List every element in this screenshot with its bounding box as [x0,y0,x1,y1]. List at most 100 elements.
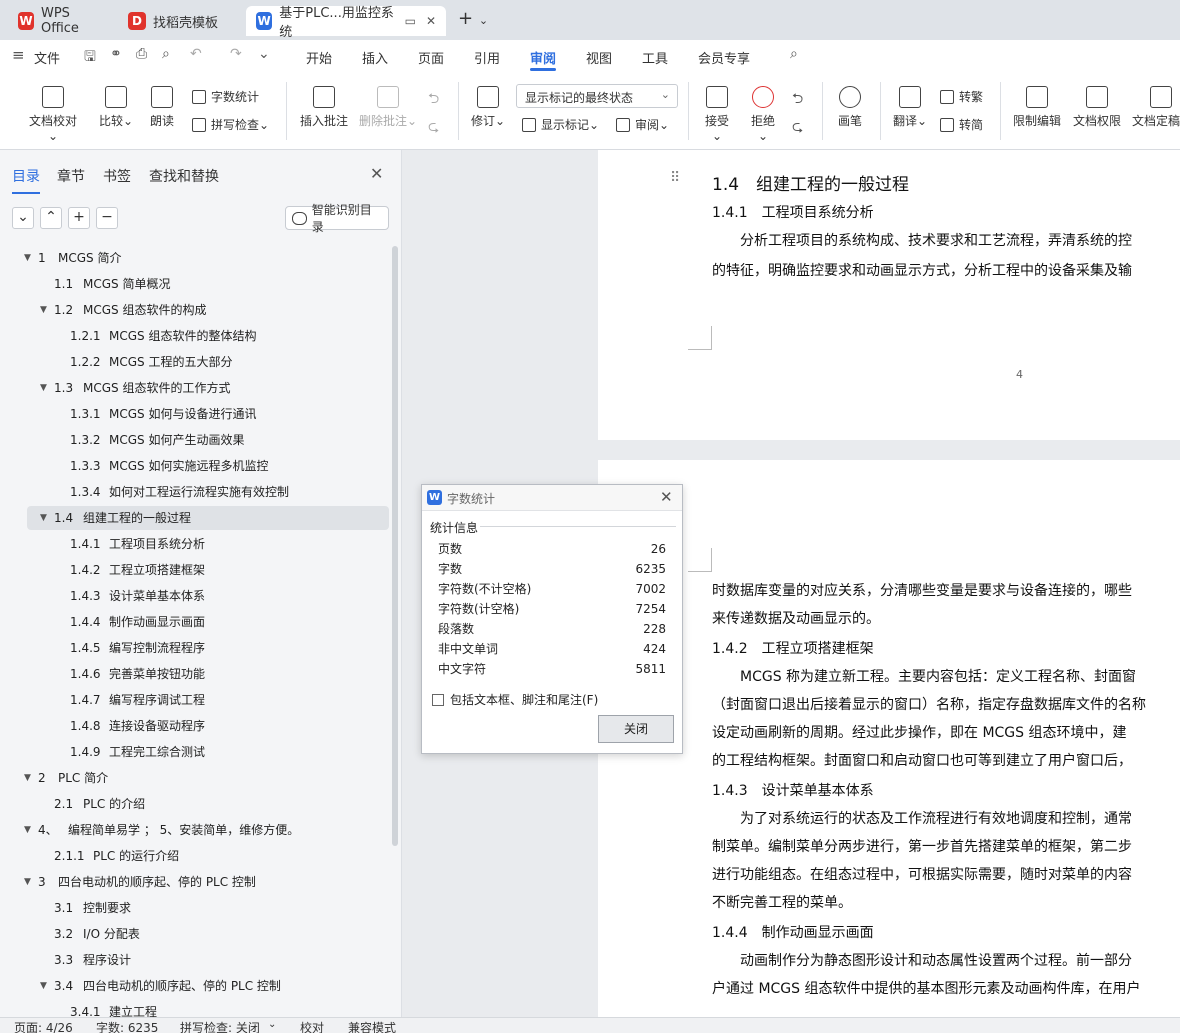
nav-tab-find-replace[interactable]: 查找和替换 [149,166,219,186]
print-icon[interactable]: ⎙ [136,46,147,62]
status-spell-check[interactable]: 拼写检查: 关闭 [180,1019,260,1033]
close-panel-icon[interactable]: ✕ [370,164,383,183]
add-heading-icon[interactable]: + [68,207,90,229]
search-icon[interactable]: ⌕ [790,46,798,62]
menu-page[interactable]: 页面 [418,48,444,67]
collapse-up-icon[interactable]: ⌃ [40,207,62,229]
print-preview-icon[interactable]: ⌕ [162,46,170,62]
nav-tab-chapter[interactable]: 章节 [57,166,85,186]
toc-item[interactable]: 3.2 I/O 分配表 [0,922,392,946]
previous-comment-icon[interactable]: ⮌ [428,88,439,112]
toc-item[interactable]: ▼ 2 PLC 简介 [0,766,392,790]
insert-comment-button[interactable]: 插入批注 [298,86,350,129]
review-pane-button[interactable]: 审阅 ⌄ [616,116,669,133]
toc-scrollbar[interactable] [392,246,398,846]
translate-button[interactable]: 翻译⌄ [892,86,928,129]
toc-item[interactable]: 3.1 控制要求 [0,896,392,920]
ink-button[interactable]: 画笔 [836,86,864,129]
expand-arrow-icon[interactable]: ▼ [40,298,47,322]
status-word-count[interactable]: 字数: 6235 [96,1019,158,1033]
close-tab-icon[interactable]: ✕ [426,14,436,28]
to-simplified-button[interactable]: 转简 [940,116,983,133]
undo-icon[interactable]: ↶ [190,46,202,62]
toc-item[interactable]: 1.4.4 制作动画显示画面 [0,610,392,634]
menu-file[interactable]: 文件 [34,48,60,67]
toc-item[interactable]: 1.4.5 编写控制流程程序 [0,636,392,660]
toc-item[interactable]: 1.3.3 MCGS 如何实施远程多机监控 [0,454,392,478]
read-aloud-button[interactable]: 朗读 [148,86,176,129]
expand-arrow-icon[interactable]: ▼ [24,766,31,790]
status-proof[interactable]: 校对 [300,1019,324,1033]
toc-item[interactable]: 2.1.1 PLC 的运行介绍 [0,844,392,868]
toc-item[interactable]: ▼ 1.4 组建工程的一般过程 [0,506,392,530]
smart-toc-button[interactable]: 智能识别目录 [285,203,389,234]
nav-tab-bookmark[interactable]: 书签 [103,166,131,186]
more-chevron-icon[interactable]: ⌄ [258,46,270,62]
expand-arrow-icon[interactable]: ▼ [40,974,47,998]
markup-state-select[interactable]: 显示标记的最终状态 ⌄ [516,84,678,108]
nav-tab-toc[interactable]: 目录 [12,166,40,194]
hamburger-icon[interactable]: ≡ [12,46,25,64]
dialog-close-icon[interactable]: ✕ [660,488,673,506]
toc-item[interactable]: ▼ 4、 编程简单易学 ； 5、安装简单，维修方便。 [0,818,392,842]
toc-item[interactable]: 2.1 PLC 的介绍 [0,792,392,816]
spell-check-button[interactable]: 拼写检查 ⌄ [192,116,269,133]
previous-change-icon[interactable]: ⮌ [792,88,803,112]
toc-item[interactable]: 1.4.3 设计菜单基本体系 [0,584,392,608]
toc-item[interactable]: ▼ 3 四台电动机的顺序起、停的 PLC 控制 [0,870,392,894]
delete-comment-button[interactable]: 删除批注⌄ [358,86,418,129]
expand-arrow-icon[interactable]: ▼ [40,376,47,400]
chevron-down-icon[interactable]: ⌄ [268,1019,276,1030]
compare-button[interactable]: 比较⌄ [98,86,134,129]
menu-view[interactable]: 视图 [586,48,612,67]
toc-item[interactable]: 1.4.1 工程项目系统分析 [0,532,392,556]
menu-review[interactable]: 审阅 [530,48,557,71]
tab-document[interactable]: W 基于PLC...用监控系统 ▭ ✕ [246,6,446,40]
new-tab-plus-icon[interactable]: + ⌄ [458,8,488,29]
toc-item[interactable]: 1.4.9 工程完工综合测试 [0,740,392,764]
toc-item[interactable]: 1.2.2 MCGS 工程的五大部分 [0,350,392,374]
accept-button[interactable]: 接受⌄ [700,86,734,143]
toc-item[interactable]: 1.4.7 编写程序调试工程 [0,688,392,712]
toc-item[interactable]: 1.3.4 如何对工程运行流程实施有效控制 [0,480,392,504]
tab-template[interactable]: D 找稻壳模板 [118,6,242,36]
toc-item[interactable]: 3.4.1 建立工程 [0,1000,392,1017]
menu-insert[interactable]: 插入 [362,48,388,67]
toc-item[interactable]: 3.3 程序设计 [0,948,392,972]
checkbox-box[interactable] [432,693,444,706]
menu-reference[interactable]: 引用 [474,48,500,67]
toc-item[interactable]: 1.4.2 工程立项搭建框架 [0,558,392,582]
expand-arrow-icon[interactable]: ▼ [40,506,47,530]
menu-start[interactable]: 开始 [306,48,332,67]
collapse-down-icon[interactable]: ⌄ [12,207,34,229]
toc-item[interactable]: ▼ 1 MCGS 简介 [0,246,392,270]
toc-item[interactable]: 1.2.1 MCGS 组态软件的整体结构 [0,324,392,348]
expand-arrow-icon[interactable]: ▼ [24,246,31,270]
include-textbox-checkbox[interactable]: 包括文本框、脚注和尾注(F) [432,691,598,708]
dialog-title-bar[interactable]: W 字数统计 ✕ [422,485,682,511]
status-page[interactable]: 页面: 4/26 [14,1019,73,1033]
toc-item[interactable]: 1.4.6 完善菜单按钮功能 [0,662,392,686]
tab-wps-office[interactable]: W WPS Office [8,6,114,36]
doc-check-button[interactable]: 文档校对⌄ [28,86,78,143]
remove-heading-icon[interactable]: − [96,207,118,229]
toc-item[interactable]: 1.4.8 连接设备驱动程序 [0,714,392,738]
dialog-close-button[interactable]: 关闭 [598,715,674,743]
menu-member[interactable]: 会员专享 [698,48,750,67]
save-icon[interactable]: 🖫 [84,46,96,70]
toc-item[interactable]: 1.3.2 MCGS 如何产生动画效果 [0,428,392,452]
toc-item[interactable]: 1.3.1 MCGS 如何与设备进行通讯 [0,402,392,426]
doc-permission-button[interactable]: 文档权限 [1072,86,1122,129]
menu-tools[interactable]: 工具 [642,48,668,67]
drag-handle-icon[interactable]: ⠿ [670,170,680,186]
restrict-edit-button[interactable]: 限制编辑 [1012,86,1062,129]
track-changes-button[interactable]: 修订⌄ [470,86,506,129]
toc-item[interactable]: ▼ 1.2 MCGS 组态软件的构成 [0,298,392,322]
show-markup-button[interactable]: 显示标记 ⌄ [522,116,599,133]
next-comment-icon[interactable]: ⮎ [428,116,439,140]
link-icon[interactable]: ⚭ [110,46,122,62]
toc-item[interactable]: 1.1 MCGS 简单概况 [0,272,392,296]
expand-arrow-icon[interactable]: ▼ [24,870,31,894]
window-icon[interactable]: ▭ [405,14,416,28]
toc-item[interactable]: ▼ 1.3 MCGS 组态软件的工作方式 [0,376,392,400]
